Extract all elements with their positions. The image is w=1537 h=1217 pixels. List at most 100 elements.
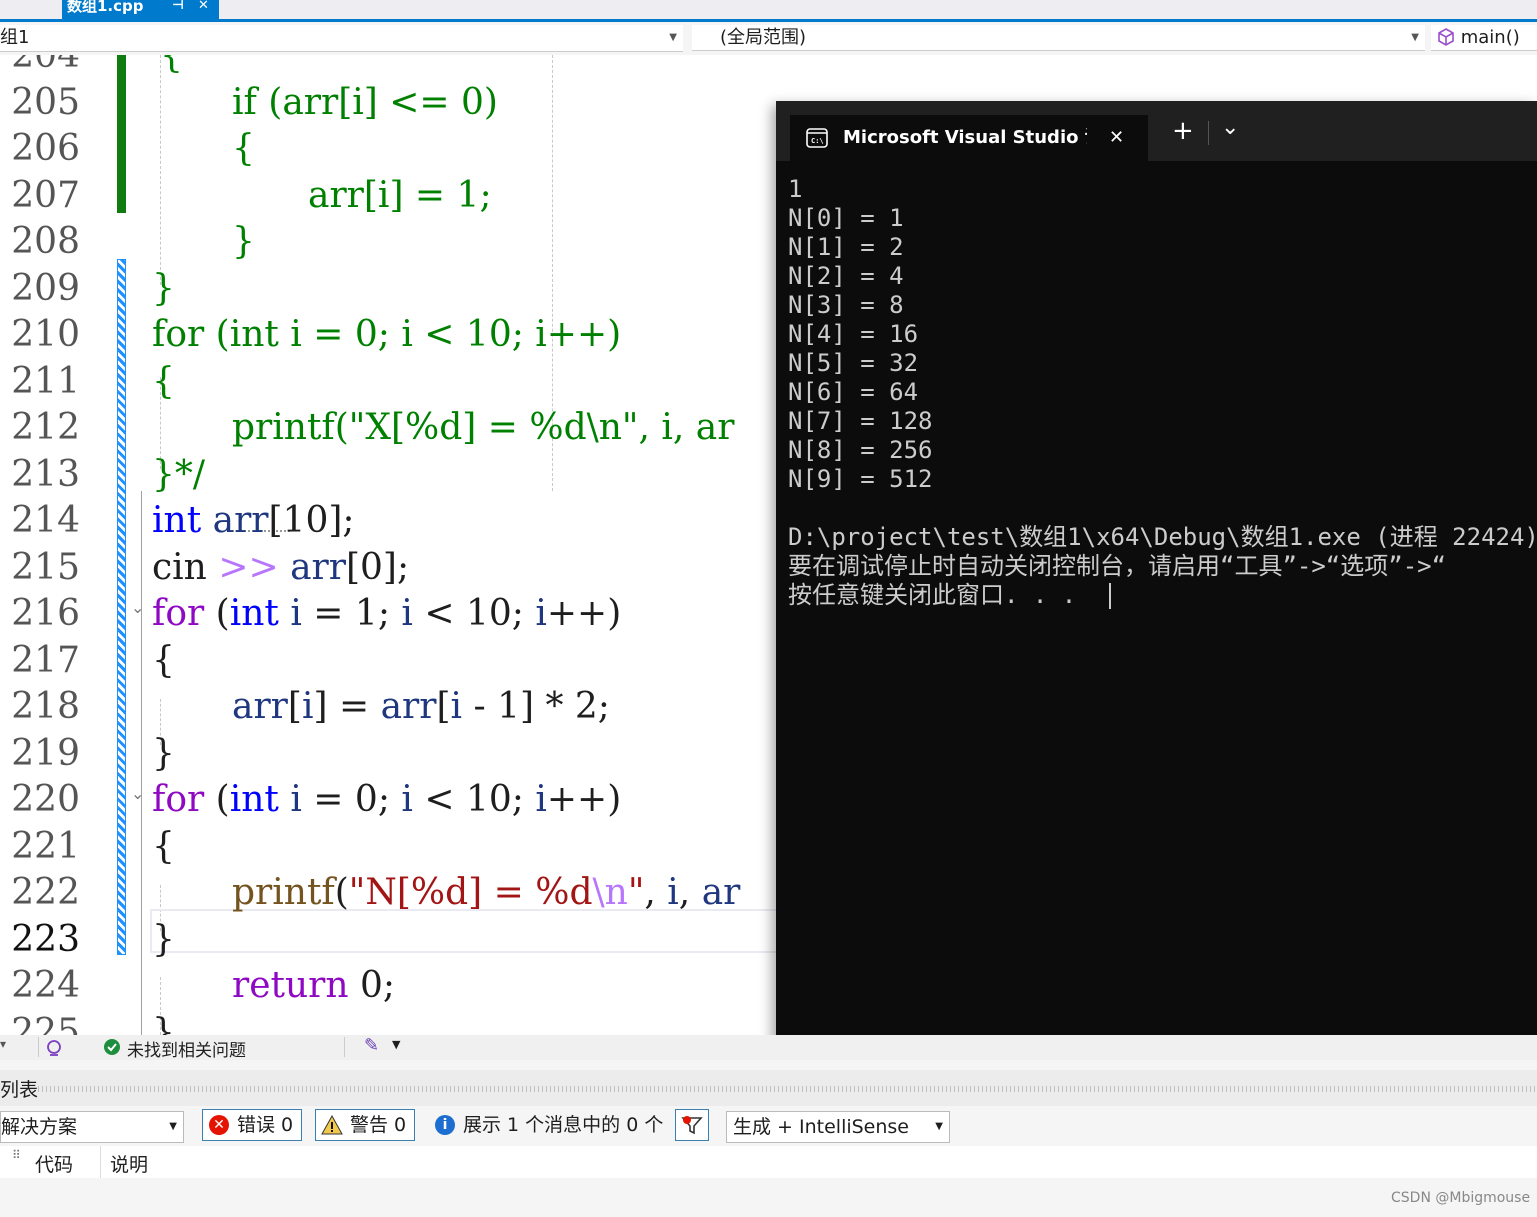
code-line[interactable]: }*/: [152, 452, 205, 498]
chevron-down-icon: ▼: [169, 1121, 177, 1132]
code-line[interactable]: cin >> arr[0];: [152, 545, 409, 591]
line-number: 211: [11, 360, 80, 402]
scope-dropdown[interactable]: 解决方案 ▼: [0, 1111, 184, 1143]
line-number: 206: [11, 128, 80, 169]
filter-button[interactable]: [675, 1109, 709, 1141]
code-line[interactable]: }: [152, 1010, 175, 1036]
code-token: {: [232, 128, 255, 169]
code-token: [: [287, 686, 302, 727]
error-icon: ✕: [209, 1115, 229, 1135]
chevron-down-icon: ▼: [935, 1121, 943, 1132]
code-line[interactable]: arr[i] = 1;: [308, 173, 492, 219]
console-titlebar[interactable]: C:\ Microsoft Visual Studio 调试 ✕ + ⌄: [776, 101, 1537, 161]
chevron-down-icon[interactable]: ⌄: [1221, 113, 1239, 143]
warnings-label: 警告 0: [350, 1114, 407, 1136]
saved-change-marker: [117, 55, 126, 213]
line-number: 218: [11, 686, 80, 727]
line-number: 205: [11, 81, 80, 123]
chevron-down-icon[interactable]: ▾: [0, 1037, 6, 1051]
code-token: int: [152, 500, 202, 541]
intellicode-icon[interactable]: [44, 1038, 64, 1058]
code-token: ,: [678, 872, 702, 913]
collapse-icon[interactable]: ⌄: [131, 598, 144, 617]
scope-dropdown[interactable]: (全局范围) ▼: [692, 25, 1425, 51]
errors-filter-button[interactable]: ✕ 错误 0: [202, 1109, 302, 1141]
pin-icon[interactable]: ⊣: [172, 0, 184, 12]
code-line[interactable]: for (int i = 0; i < 10; i++): [152, 312, 621, 358]
document-tab[interactable]: 数组1.cpp ⊣ ✕: [62, 0, 219, 19]
code-line[interactable]: }: [152, 917, 175, 963]
document-tab-strip: [0, 0, 1537, 20]
code-line[interactable]: int arr[10];: [152, 498, 355, 544]
code-line[interactable]: {: [232, 126, 255, 172]
messages-label: 展示 1 个消息中的 0 个: [463, 1114, 664, 1136]
source-dropdown[interactable]: 生成 + IntelliSense ▼: [726, 1111, 950, 1143]
line-number: 216: [11, 593, 80, 634]
code-token: i: [450, 686, 463, 727]
code-line[interactable]: for (int i = 1; i < 10; i++): [152, 591, 621, 637]
warning-icon: [321, 1115, 343, 1135]
line-number: 214: [11, 500, 80, 541]
close-icon[interactable]: ✕: [198, 0, 209, 12]
outline-line: [141, 491, 142, 1035]
project-dropdown[interactable]: 组1 ▼: [0, 25, 683, 52]
code-token: {: [152, 360, 175, 402]
line-number: 208: [11, 221, 80, 262]
no-issues-label[interactable]: 未找到相关问题: [127, 1036, 246, 1061]
code-line[interactable]: printf("N[%d] = %d\n", i, ar: [232, 870, 740, 916]
code-token: {: [160, 55, 183, 76]
code-line[interactable]: printf("X[%d] = %d\n", i, ar: [232, 405, 734, 451]
code-line[interactable]: return 0;: [232, 963, 395, 1009]
member-dropdown[interactable]: main(): [1431, 25, 1537, 51]
code-token: i: [535, 779, 547, 820]
code-line[interactable]: }: [152, 266, 175, 312]
debug-console-window[interactable]: C:\ Microsoft Visual Studio 调试 ✕ + ⌄ 1 N…: [776, 101, 1537, 1056]
new-tab-icon[interactable]: +: [1172, 111, 1194, 151]
column-code[interactable]: 代码: [35, 1150, 73, 1177]
line-number: 222: [11, 872, 80, 913]
console-tab[interactable]: C:\ Microsoft Visual Studio 调试 ✕: [790, 115, 1148, 161]
line-number: 219: [11, 732, 80, 774]
code-line[interactable]: }: [232, 219, 255, 265]
cube-icon: [1438, 28, 1454, 46]
line-number: 217: [11, 639, 80, 681]
code-line[interactable]: }: [152, 731, 175, 777]
line-number: 215: [11, 546, 80, 588]
code-token: (: [204, 593, 230, 634]
code-line[interactable]: {: [152, 638, 175, 684]
error-list-title: 列表: [0, 1079, 39, 1101]
errors-label: 错误 0: [237, 1114, 294, 1136]
messages-filter-button[interactable]: i 展示 1 个消息中的 0 个: [428, 1109, 664, 1141]
code-line[interactable]: {: [152, 359, 175, 405]
code-token: >>: [218, 546, 279, 588]
code-token: i: [301, 686, 314, 727]
code-token: arr[i] = 1;: [308, 174, 492, 216]
code-line[interactable]: if (arr[i] <= 0): [232, 80, 498, 126]
info-icon: i: [435, 1115, 455, 1135]
code-line[interactable]: {: [152, 824, 175, 870]
unsaved-change-marker: [117, 259, 126, 955]
code-token: printf("X[%d] = %d\n", i, ar: [232, 407, 735, 448]
filter-icon: [681, 1116, 703, 1135]
brush-icon[interactable]: ✎: [364, 1035, 379, 1056]
code-token: = 0;: [301, 779, 402, 820]
chevron-down-icon[interactable]: ▼: [392, 1038, 400, 1051]
code-token: arr: [212, 500, 269, 541]
code-token: (: [334, 872, 349, 913]
close-icon[interactable]: ✕: [1109, 115, 1124, 161]
code-line[interactable]: {: [160, 55, 183, 79]
sort-icon[interactable]: ⠿: [12, 1148, 21, 1162]
code-token: \n: [592, 872, 628, 913]
scope-label: 解决方案: [1, 1116, 78, 1138]
warnings-filter-button[interactable]: 警告 0: [315, 1109, 415, 1141]
indent-guide: [160, 55, 161, 285]
code-token: ": [627, 872, 645, 913]
editor-status-bar: ▾ 未找到相关问题 ✎ ▼: [0, 1035, 1537, 1061]
code-token: for (int i = 0; i < 10; i++): [152, 314, 622, 355]
code-token: ar: [701, 872, 741, 913]
column-description[interactable]: 说明: [110, 1150, 148, 1177]
collapse-icon[interactable]: ⌄: [131, 784, 144, 803]
code-line[interactable]: for (int i = 0; i < 10; i++): [152, 777, 621, 823]
code-line[interactable]: arr[i] = arr[i - 1] * 2;: [232, 684, 610, 730]
